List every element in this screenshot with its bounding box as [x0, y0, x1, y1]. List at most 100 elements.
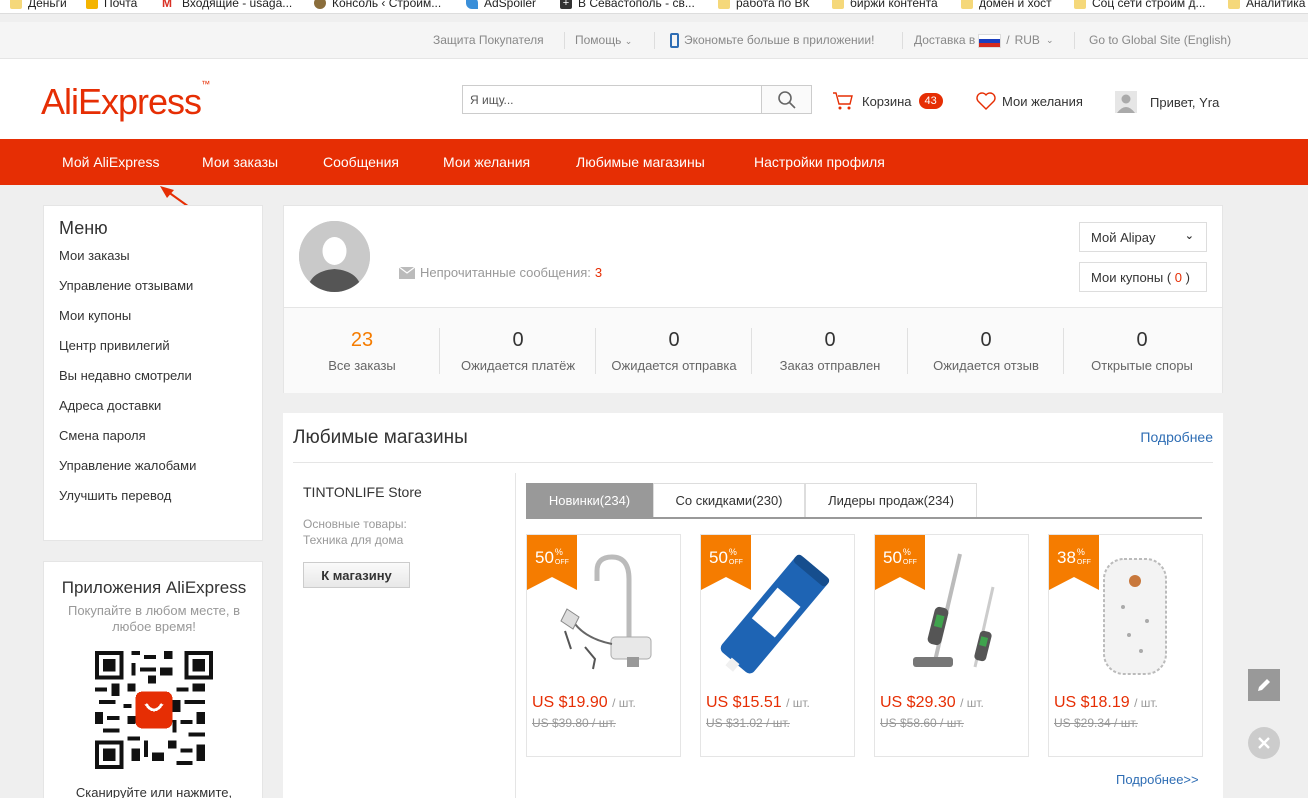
product-card[interactable]: 50% OFF US $19.90 / шт. US $39.80 / шт. — [526, 534, 681, 757]
coupons-count: 0 — [1174, 269, 1183, 285]
stat-awaiting-payment[interactable]: 0 Ожидается платёж — [440, 308, 596, 394]
sidebar-item-addresses[interactable]: Адреса доставки — [59, 398, 161, 413]
my-alipay-dropdown[interactable]: Мой Alipay ⌄ — [1079, 222, 1207, 252]
stat-shipped[interactable]: 0 Заказ отправлен — [752, 308, 908, 394]
plus-icon: + — [560, 0, 572, 9]
stat-open-disputes[interactable]: 0 Открытые споры — [1064, 308, 1220, 394]
tab-discounts[interactable]: Со скидками(230) — [653, 483, 805, 517]
cart-count-badge: 43 — [918, 93, 943, 109]
sidebar-item-orders[interactable]: Мои заказы — [59, 248, 130, 263]
bookmark-item[interactable]: M Входящие - usaga... — [162, 0, 292, 10]
folder-icon — [961, 0, 973, 9]
folder-icon — [1074, 0, 1086, 9]
product-card[interactable]: 50% OFF US $15.51 / шт. US $31.02 / шт. — [700, 534, 855, 757]
wordpress-icon — [314, 0, 326, 9]
product-price: US $29.30 / шт. — [880, 694, 984, 711]
bookmark-item[interactable]: AdSpoiler — [466, 0, 536, 10]
slash-separator: / — [1006, 33, 1010, 47]
product-price: US $19.90 / шт. — [532, 694, 636, 711]
search-button[interactable] — [762, 86, 811, 113]
store-name-link[interactable]: TINTONLIFE Store — [303, 484, 422, 500]
buyer-protection-link[interactable]: Защита Покупателя — [433, 22, 544, 59]
product-old-price: US $29.34 / шт. — [1054, 716, 1138, 730]
stat-awaiting-review[interactable]: 0 Ожидается отзыв — [908, 308, 1064, 394]
go-to-store-button[interactable]: К магазину — [303, 562, 410, 588]
qr-code-icon — [95, 651, 213, 769]
bookmark-item[interactable]: Консоль ‹ Строим... — [314, 0, 441, 10]
sidebar-item-translation[interactable]: Улучшить перевод — [59, 488, 171, 503]
divider — [902, 32, 903, 49]
sidebar-item-change-password[interactable]: Смена пароля — [59, 428, 146, 443]
stat-awaiting-shipment[interactable]: 0 Ожидается отправка — [596, 308, 752, 394]
more-products-link[interactable]: Подробнее>> — [1116, 772, 1199, 787]
envelope-icon — [399, 266, 415, 279]
app-promo-link[interactable]: Экономьте больше в приложении! — [670, 22, 874, 59]
aliexpress-logo[interactable]: AliExpress™ — [41, 79, 210, 123]
account-menu[interactable]: Привет, Yra — [1115, 91, 1219, 113]
my-coupons-button[interactable]: Мои купоны ( 0 ) — [1079, 262, 1207, 292]
profile-panel: Непрочитанные сообщения: 3 Мой Alipay ⌄ М… — [283, 205, 1223, 393]
phone-icon — [670, 33, 679, 48]
global-site-link[interactable]: Go to Global Site (English) — [1089, 22, 1231, 59]
unread-messages[interactable]: Непрочитанные сообщения: 3 — [399, 265, 602, 280]
trademark-symbol: ™ — [201, 79, 210, 89]
wishlist-link[interactable]: Мои желания — [975, 91, 1083, 111]
bookmark-item[interactable]: + В Севастополь - св... — [560, 0, 695, 10]
nav-my-aliexpress[interactable]: Мой AliExpress — [62, 139, 159, 185]
qr-code[interactable] — [95, 651, 213, 769]
folder-icon — [1228, 0, 1240, 9]
bookmark-item[interactable]: Соц сети строим д... — [1074, 0, 1206, 10]
adspoiler-icon — [466, 0, 478, 9]
nav-wishlist[interactable]: Мои желания — [443, 139, 530, 185]
tab-new[interactable]: Новинки(234) — [526, 483, 653, 517]
divider — [293, 462, 1213, 463]
discount-label: 50% OFF — [535, 547, 569, 568]
product-card[interactable]: 50% OFF US $29.30 / шт. US $58.60 / шт. — [874, 534, 1029, 757]
apps-panel: Приложения AliExpress Покупайте в любом … — [43, 561, 263, 798]
discount-label: 50% OFF — [709, 547, 743, 568]
apps-subtitle: Покупайте в любом месте, в любое время! — [67, 603, 240, 634]
bookmark-item[interactable]: биржи контента — [832, 0, 938, 10]
close-icon — [1258, 737, 1270, 749]
help-menu[interactable]: Помощь ⌄ — [575, 22, 632, 59]
store-description: Основные товары: Техника для дома — [303, 517, 407, 547]
nav-profile-settings[interactable]: Настройки профиля — [754, 139, 885, 185]
close-button[interactable] — [1248, 727, 1280, 759]
ship-to-selector[interactable]: Доставка в / RUB ⌄ — [914, 22, 1053, 59]
chevron-down-icon: ⌄ — [624, 36, 633, 46]
discount-label: 38% OFF — [1057, 547, 1091, 568]
site-header: AliExpress™ Корзина 43 Мои желания Приве… — [0, 59, 1308, 139]
sidebar-item-complaints[interactable]: Управление жалобами — [59, 458, 196, 473]
more-link[interactable]: Подробнее — [1140, 429, 1213, 445]
avatar[interactable] — [299, 221, 370, 292]
sidebar-menu: Меню Мои заказы Управление отзывами Мои … — [43, 205, 263, 541]
nav-messages[interactable]: Сообщения — [323, 139, 399, 185]
user-avatar-icon — [1115, 91, 1137, 113]
cart-link[interactable]: Корзина 43 — [832, 91, 943, 111]
unread-count: 3 — [594, 265, 603, 280]
folder-icon — [832, 0, 844, 9]
sidebar-item-privileges[interactable]: Центр привилегий — [59, 338, 170, 353]
edit-button[interactable] — [1248, 669, 1280, 701]
tab-bestsellers[interactable]: Лидеры продаж(234) — [805, 483, 977, 517]
search-input[interactable] — [463, 86, 762, 113]
nav-my-orders[interactable]: Мои заказы — [202, 139, 278, 185]
discount-label: 50% OFF — [883, 547, 917, 568]
sidebar-item-coupons[interactable]: Мои купоны — [59, 308, 131, 323]
bookmark-item[interactable]: Почта — [86, 0, 137, 10]
search-icon — [777, 90, 796, 109]
sidebar-title: Меню — [59, 218, 108, 238]
bookmark-item[interactable]: Аналитика — [1228, 0, 1305, 10]
heart-icon — [976, 92, 996, 110]
order-stats: 23 Все заказы 0 Ожидается платёж 0 Ожидаетс… — [284, 307, 1222, 393]
stat-all-orders[interactable]: 23 Все заказы — [284, 308, 440, 394]
sidebar-item-reviews[interactable]: Управление отзывами — [59, 278, 193, 293]
bookmark-item[interactable]: работа по ВК — [718, 0, 810, 10]
nav-favorite-stores[interactable]: Любимые магазины — [576, 139, 705, 185]
user-silhouette-icon — [299, 221, 370, 292]
account-nav: Мой AliExpress Мои заказы Сообщения Мои … — [0, 139, 1308, 185]
bookmark-item[interactable]: домен и хост — [961, 0, 1052, 10]
product-card[interactable]: 38% OFF US $18.19 / шт. US $29.34 / шт. — [1048, 534, 1203, 757]
bookmark-item[interactable]: Деньги — [10, 0, 67, 10]
sidebar-item-recently-viewed[interactable]: Вы недавно смотрели — [59, 368, 192, 383]
